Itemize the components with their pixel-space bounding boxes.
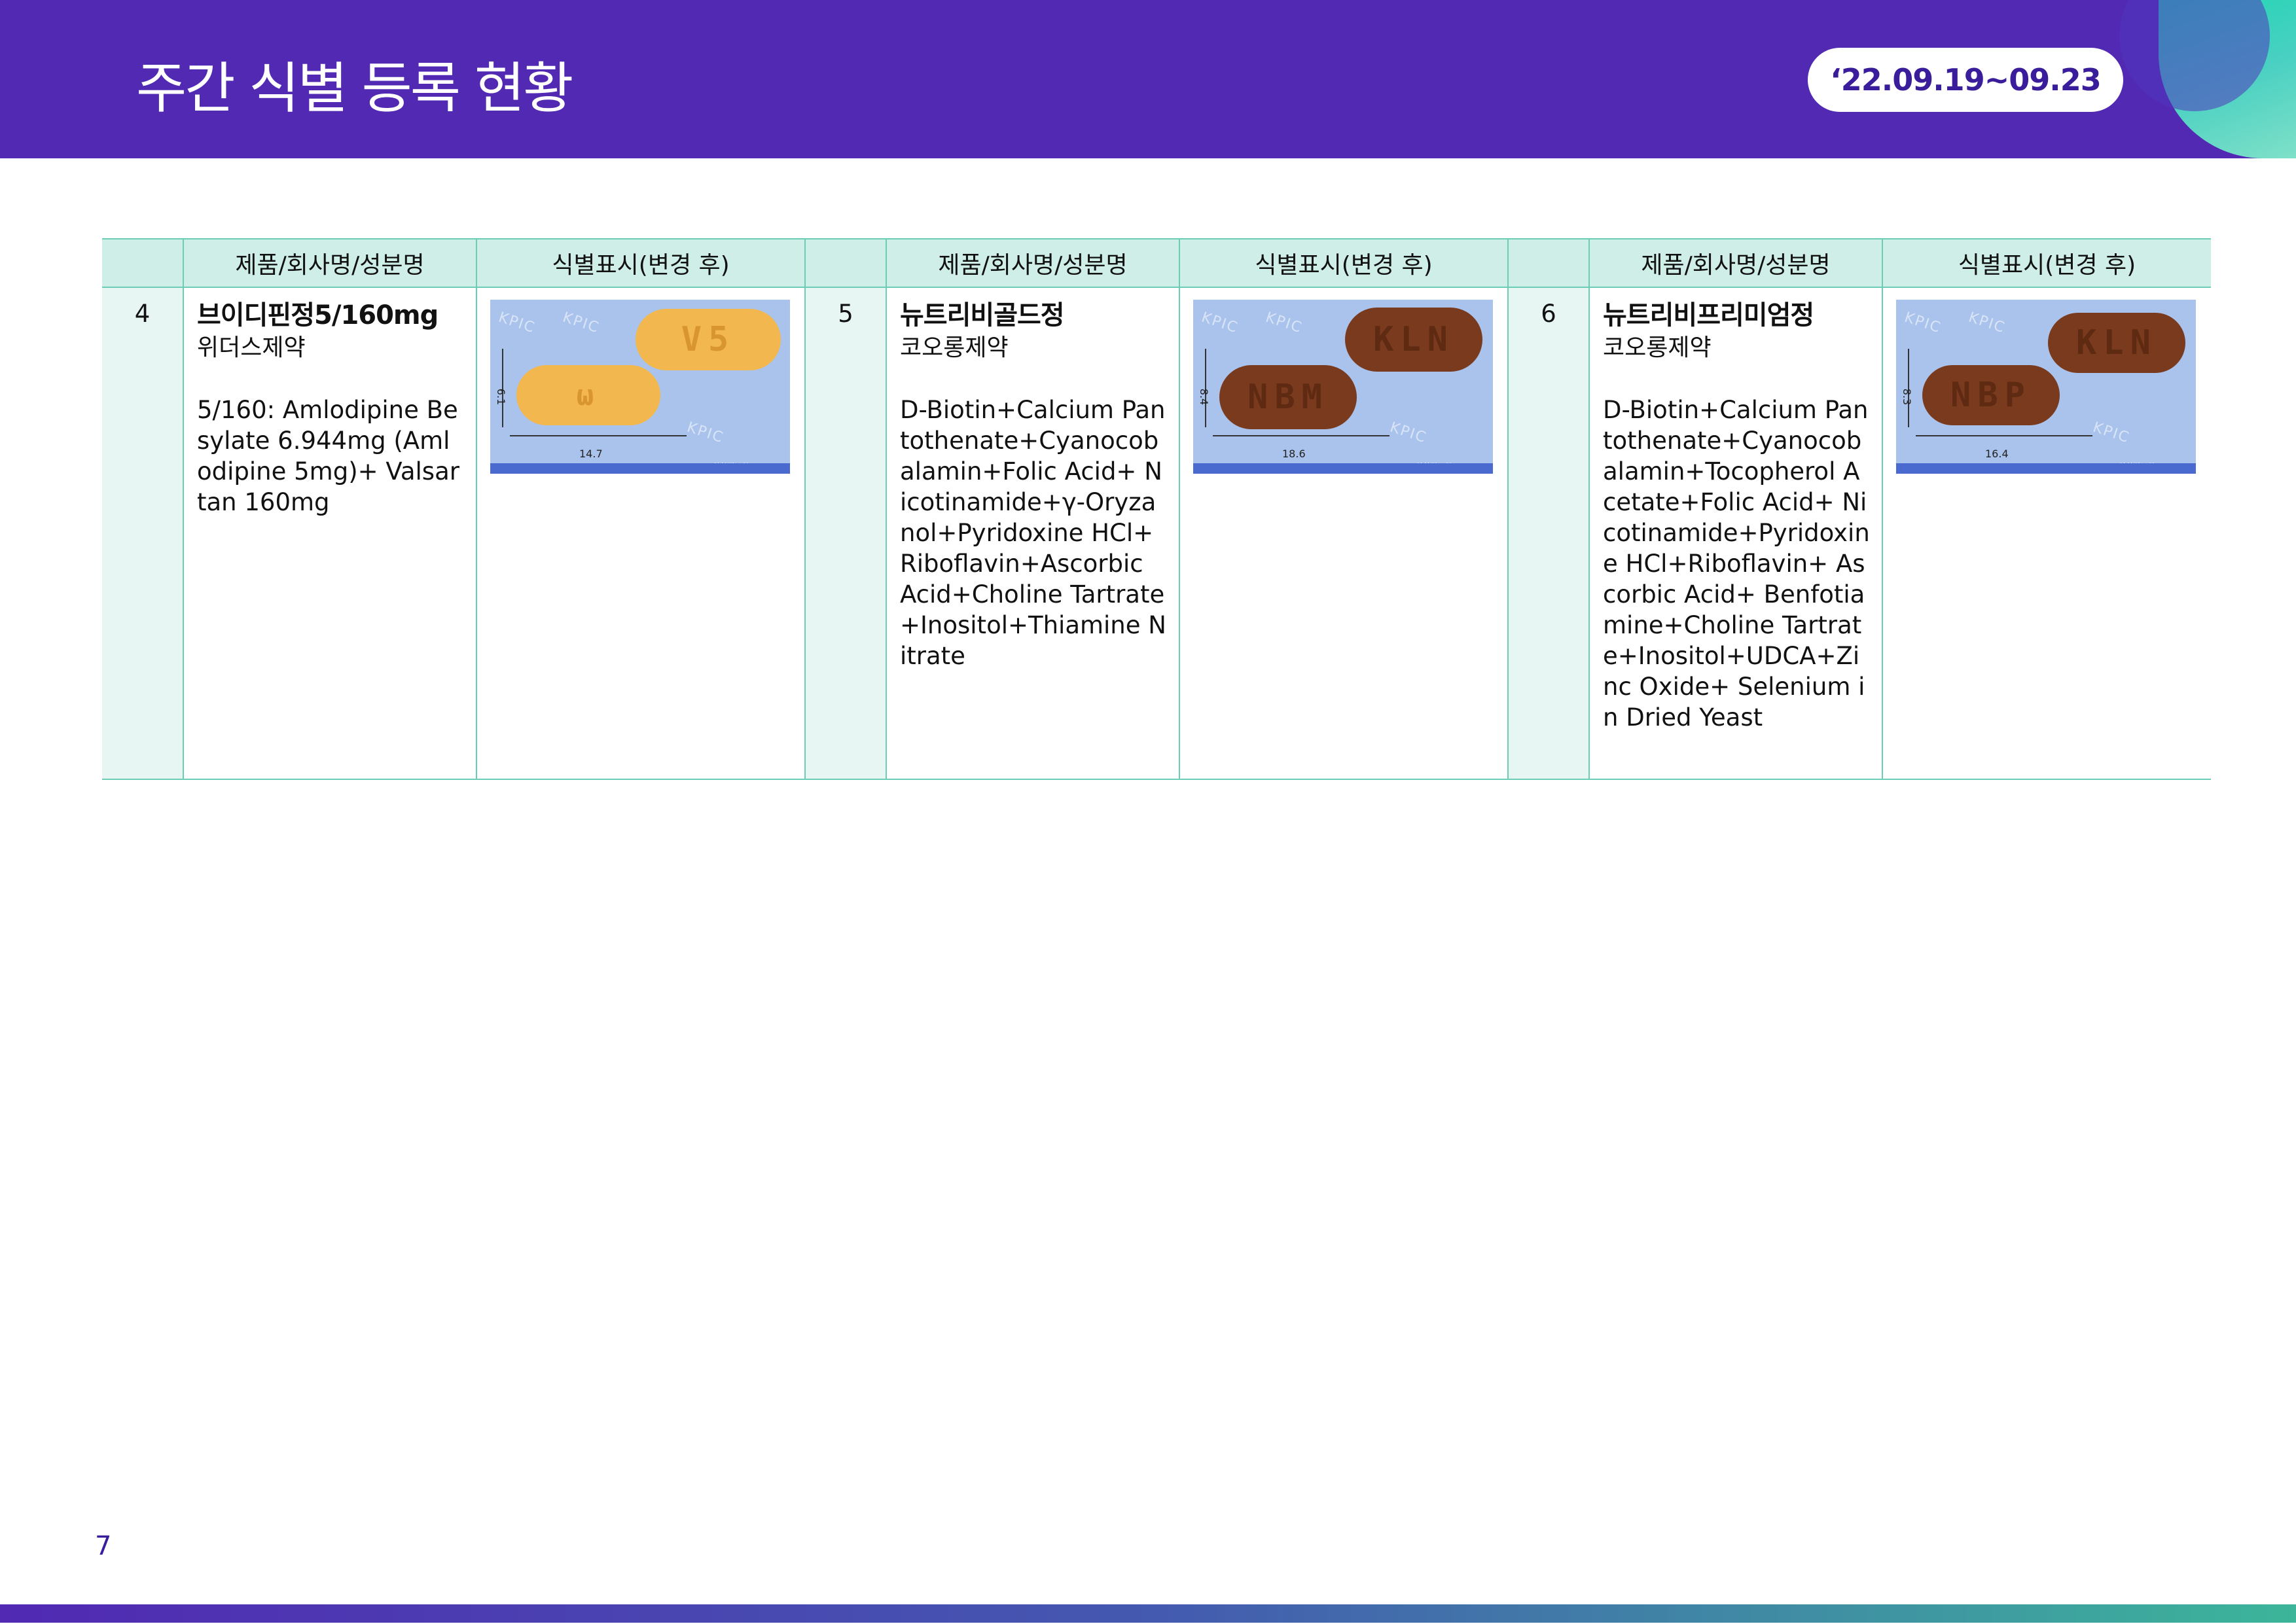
length-ruler: [1916, 435, 2092, 436]
pill-back: ω: [516, 365, 660, 425]
pill-front: KLN: [2048, 313, 2185, 373]
table-row: 4 브이디핀정5/160mg 위더스제약 5/160: Amlodipine B…: [102, 287, 2211, 780]
entry-image-cell: KPIC KPIC KPIC KLN NBP 8.3 16.4 약학정보원: [1882, 287, 2211, 780]
watermark: KPIC: [1966, 309, 2008, 337]
column-header-number: [102, 238, 183, 288]
image-source: 약학정보원: [2119, 462, 2155, 471]
ingredient-list: D-Biotin+Calcium Pantothenate+Cyanocobal…: [900, 396, 1166, 670]
pill-image: KPIC KPIC KPIC KLN NBP 8.3 16.4 약학정보원: [1896, 300, 2196, 474]
column-header-image: 식별표시(변경 후): [476, 238, 805, 288]
watermark: KPIC: [560, 309, 602, 337]
entry-product-cell: 뉴트리비프리미엄정 코오롱제약 D-Biotin+Calcium Pantoth…: [1588, 287, 1882, 780]
company-name: 위더스제약: [197, 334, 306, 361]
pill-back-mark: NBM: [1247, 377, 1329, 417]
drug-registration-table: 제품/회사명/성분명 식별표시(변경 후) 제품/회사명/성분명 식별표시(변경…: [102, 238, 2211, 780]
column-header-image: 식별표시(변경 후): [1882, 238, 2211, 288]
product-name: 뉴트리비골드정: [900, 300, 1065, 330]
column-header-image: 식별표시(변경 후): [1179, 238, 1508, 288]
length-ruler: [1213, 435, 1390, 436]
column-header-product: 제품/회사명/성분명: [183, 238, 476, 288]
length-label: 18.6: [1282, 448, 1306, 460]
watermark: KPIC: [1263, 309, 1305, 337]
pill-front: KLN: [1345, 308, 1482, 372]
ingredient-list: D-Biotin+Calcium Pantothenate+Cyanocobal…: [1603, 396, 1870, 732]
pill-front-mark: V5: [681, 319, 736, 359]
watermark: KPIC: [1199, 309, 1241, 337]
entry-product-cell: 뉴트리비골드정 코오롱제약 D-Biotin+Calcium Pantothen…: [886, 287, 1179, 780]
pill-back: NBP: [1922, 365, 2060, 425]
footer-gradient-bar: [0, 1604, 2296, 1623]
pill-back: NBM: [1219, 365, 1357, 429]
height-label: 8.4: [1198, 388, 1211, 406]
watermark: KPIC: [1388, 419, 1429, 447]
product-name: 브이디핀정5/160mg: [197, 300, 439, 330]
pill-front: V5: [636, 309, 781, 370]
pill-image: KPIC KPIC KPIC V5 ω 6.1 14.7 약학정보원: [490, 300, 790, 474]
page-number: 7: [95, 1531, 112, 1561]
watermark: KPIC: [2090, 419, 2132, 447]
pill-back-mark: NBP: [1950, 375, 2032, 415]
column-header-number: [1507, 238, 1589, 288]
column-header-number: [804, 238, 886, 288]
image-source: 약학정보원: [713, 462, 749, 471]
entry-product-cell: 브이디핀정5/160mg 위더스제약 5/160: Amlodipine Bes…: [183, 287, 476, 780]
height-label: 6.1: [495, 388, 508, 406]
column-header-product: 제품/회사명/성분명: [1588, 238, 1882, 288]
length-ruler: [510, 435, 687, 436]
pill-back-mark: ω: [576, 378, 601, 412]
pill-front-mark: KLN: [1373, 319, 1454, 359]
entry-image-cell: KPIC KPIC KPIC KLN NBM 8.4 18.6 약학정보원: [1179, 287, 1508, 780]
height-label: 8.3: [1901, 388, 1914, 406]
date-range-badge: ‘22.09.19~09.23: [1808, 48, 2123, 112]
ingredient-list: 5/160: Amlodipine Besylate 6.944mg (Amlo…: [197, 396, 459, 516]
watermark: KPIC: [1902, 309, 1944, 337]
pill-front-mark: KLN: [2076, 323, 2157, 362]
entry-number: 5: [804, 287, 886, 780]
table-header-row: 제품/회사명/성분명 식별표시(변경 후) 제품/회사명/성분명 식별표시(변경…: [102, 238, 2211, 288]
watermark: KPIC: [496, 309, 538, 337]
watermark: KPIC: [685, 419, 726, 447]
entry-image-cell: KPIC KPIC KPIC V5 ω 6.1 14.7 약학정보원: [476, 287, 805, 780]
pill-image: KPIC KPIC KPIC KLN NBM 8.4 18.6 약학정보원: [1193, 300, 1493, 474]
length-label: 16.4: [1985, 448, 2009, 460]
entry-number: 4: [102, 287, 183, 780]
company-name: 코오롱제약: [1603, 334, 1712, 361]
length-label: 14.7: [579, 448, 603, 460]
image-source: 약학정보원: [1416, 462, 1452, 471]
page-title: 주간 식별 등록 현황: [136, 56, 573, 120]
company-name: 코오롱제약: [900, 334, 1009, 361]
product-name: 뉴트리비프리미엄정: [1603, 300, 1814, 330]
column-header-product: 제품/회사명/성분명: [886, 238, 1179, 288]
entry-number: 6: [1507, 287, 1589, 780]
